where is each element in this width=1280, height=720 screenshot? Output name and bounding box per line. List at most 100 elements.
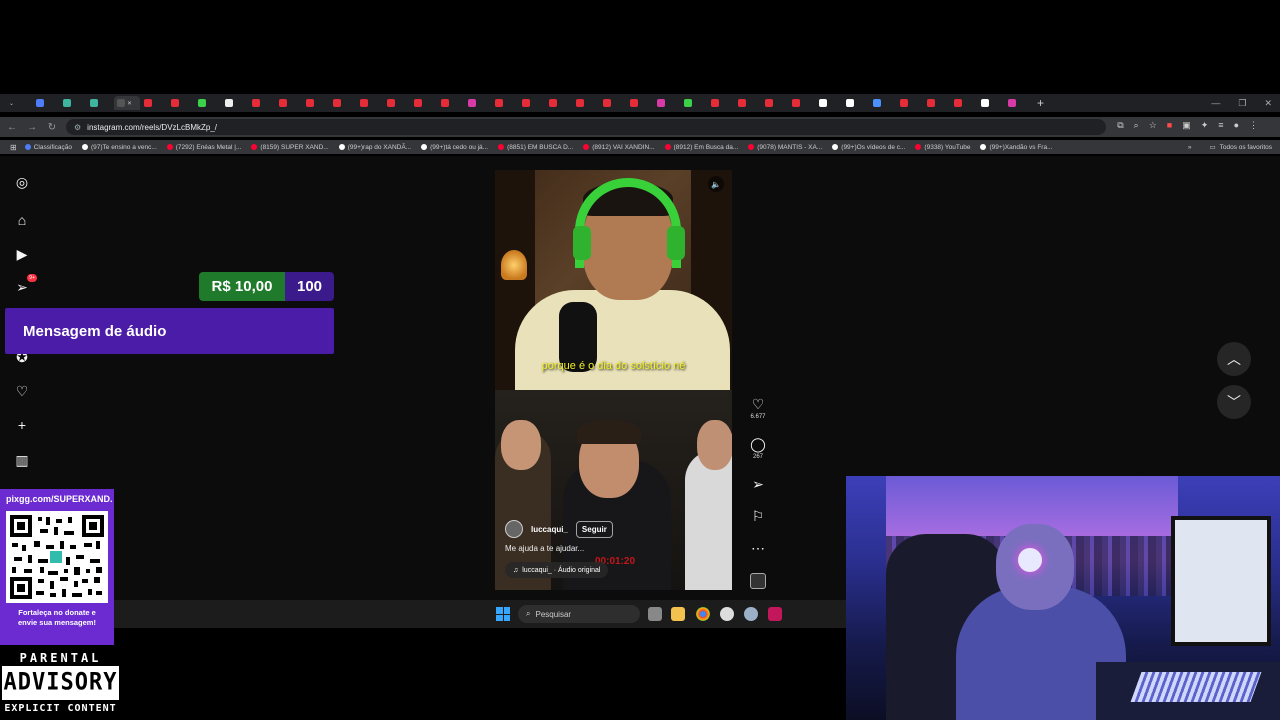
tab[interactable]	[411, 96, 437, 110]
app-icon[interactable]	[768, 607, 782, 621]
home-icon[interactable]: ⌂	[13, 211, 31, 229]
tab[interactable]	[897, 96, 923, 110]
tab[interactable]	[357, 96, 383, 110]
tab[interactable]	[627, 96, 653, 110]
tab[interactable]	[60, 96, 86, 110]
bookmark-item[interactable]: (8912) Em Busca da...	[664, 144, 738, 151]
comment-button[interactable]: ◯ 267	[744, 436, 772, 460]
share-button[interactable]: ➢	[744, 476, 772, 493]
zoom-icon[interactable]: ⌕	[1134, 120, 1139, 131]
chevron-right-icon[interactable]: »	[1188, 144, 1192, 151]
author-avatar[interactable]	[505, 520, 523, 538]
file-explorer-icon[interactable]	[671, 607, 685, 621]
tab[interactable]	[330, 96, 356, 110]
tab[interactable]	[843, 96, 869, 110]
author-name[interactable]: luccaqui_	[531, 525, 568, 534]
tab-search-icon[interactable]: ⌄	[6, 96, 32, 110]
chrome-icon[interactable]	[696, 607, 710, 621]
taskbar-search[interactable]: ⌕ Pesquisar	[518, 605, 640, 623]
tab[interactable]	[654, 96, 680, 110]
tab[interactable]	[492, 96, 518, 110]
reel-video[interactable]: porque é o dia do solstício né 🔈 00:01:2…	[495, 170, 732, 590]
windows-start-icon[interactable]	[496, 607, 510, 621]
tab[interactable]	[87, 96, 113, 110]
tab[interactable]	[141, 96, 167, 110]
tab[interactable]	[924, 96, 950, 110]
tab[interactable]	[789, 96, 815, 110]
tab[interactable]	[276, 96, 302, 110]
task-view-icon[interactable]	[648, 607, 662, 621]
close-window-icon[interactable]: ✕	[1264, 98, 1272, 109]
tab[interactable]	[951, 96, 977, 110]
direct-messages-icon[interactable]: ➢ 9+	[13, 274, 37, 296]
address-bar[interactable]: ⚙ instagram.com/reels/DVzLcBMkZp_/	[66, 119, 1106, 135]
tab[interactable]	[465, 96, 491, 110]
apps-grid-icon[interactable]: ⊞	[10, 143, 17, 152]
maximize-icon[interactable]: ❐	[1238, 98, 1246, 109]
tab[interactable]	[762, 96, 788, 110]
tab[interactable]	[708, 96, 734, 110]
tab-active[interactable]: ✕	[114, 96, 140, 110]
tab[interactable]	[438, 96, 464, 110]
extensions-puzzle-icon[interactable]: ✦	[1201, 120, 1209, 131]
bookmark-item[interactable]: (9338) YouTube	[915, 144, 970, 151]
more-options-button[interactable]: ⋯	[744, 540, 772, 557]
bookmark-item[interactable]: (99+)Os vídeos de c...	[832, 144, 905, 151]
audio-thumbnail[interactable]	[750, 573, 766, 589]
bookmark-item[interactable]: Classificação	[24, 144, 72, 151]
tab[interactable]	[735, 96, 761, 110]
like-button[interactable]: ♡ 6.677	[744, 396, 772, 420]
profile-avatar-icon[interactable]: ●	[1234, 120, 1239, 131]
notifications-heart-icon[interactable]: ♡	[13, 382, 31, 400]
tab[interactable]	[870, 96, 896, 110]
next-reel-button[interactable]: ﹀	[1217, 385, 1251, 419]
tab[interactable]	[303, 96, 329, 110]
app-icon[interactable]	[720, 607, 734, 621]
bookmark-item[interactable]: (99+)Xandão vs Fra...	[980, 144, 1053, 151]
extension-icon[interactable]: ▣	[1182, 120, 1191, 131]
minimize-icon[interactable]: —	[1211, 98, 1220, 108]
forward-icon[interactable]: →	[22, 122, 42, 133]
new-tab-icon[interactable]: +	[1037, 96, 1044, 110]
tab[interactable]	[519, 96, 545, 110]
bookmark-item[interactable]: (8159) SUPER XAND...	[251, 144, 329, 151]
bookmark-item[interactable]: (99+)tá cedo ou já...	[421, 144, 488, 151]
tab[interactable]	[816, 96, 842, 110]
bookmark-item[interactable]: (9078) MANTIS - XA...	[748, 144, 822, 151]
bookmark-item[interactable]: (99+)rap do XANDÃ...	[338, 144, 411, 151]
bookmark-star-icon[interactable]: ☆	[1149, 120, 1157, 131]
menu-icon[interactable]: ⋮	[1249, 120, 1258, 131]
bookmark-item[interactable]: (7292) Enéas Metal |...	[166, 144, 241, 151]
tab[interactable]	[222, 96, 248, 110]
tab[interactable]	[681, 96, 707, 110]
tab[interactable]	[33, 96, 59, 110]
settings-icon[interactable]	[744, 607, 758, 621]
bookmark-item[interactable]: (97)Te ensino a venc...	[82, 144, 157, 151]
tab[interactable]	[600, 96, 626, 110]
install-icon[interactable]: ⧉	[1117, 120, 1123, 131]
dashboard-icon[interactable]: ▥	[13, 451, 31, 469]
bookmark-item[interactable]: (8851) EM BUSCA D...	[498, 144, 573, 151]
volume-icon[interactable]: 🔈	[708, 176, 724, 192]
create-plus-icon[interactable]: +	[13, 416, 31, 434]
save-button[interactable]: ⚐	[744, 508, 772, 525]
reel-audio[interactable]: ♫ luccaqui_ · Áudio original	[505, 562, 609, 578]
site-info-icon[interactable]: ⚙	[74, 123, 81, 132]
extension-icon[interactable]: ■	[1167, 120, 1172, 131]
follow-button[interactable]: Seguir	[575, 520, 613, 538]
tab[interactable]	[978, 96, 1004, 110]
tab[interactable]	[1005, 96, 1031, 110]
previous-reel-button[interactable]: ︿	[1217, 342, 1251, 376]
reel-description[interactable]: Me ajuda a te ajudar...	[505, 544, 584, 553]
tab[interactable]	[573, 96, 599, 110]
bookmark-item[interactable]: (8912) VAI XANDIN...	[583, 144, 655, 151]
tab[interactable]	[249, 96, 275, 110]
media-icon[interactable]: ≡	[1218, 120, 1223, 131]
tab[interactable]	[546, 96, 572, 110]
back-icon[interactable]: ←	[2, 122, 22, 133]
instagram-logo-icon[interactable]: ◎	[13, 173, 31, 191]
tab[interactable]	[384, 96, 410, 110]
reload-icon[interactable]: ↻	[42, 122, 62, 133]
tab[interactable]	[168, 96, 194, 110]
all-bookmarks-button[interactable]: » ▭ Todos os favoritos	[1188, 140, 1272, 154]
